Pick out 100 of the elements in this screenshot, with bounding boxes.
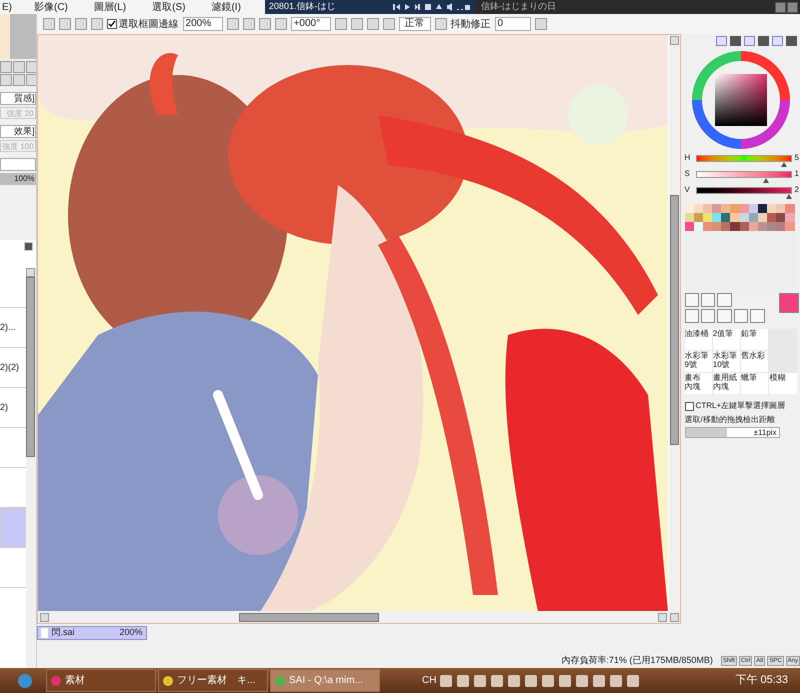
deselect-button[interactable] bbox=[74, 18, 87, 30]
color-swatch[interactable] bbox=[684, 222, 694, 231]
menu-item[interactable]: 影像(C) bbox=[32, 0, 70, 14]
color-swatch[interactable] bbox=[684, 213, 694, 222]
window-title: 信鉢-はじまりの日 bbox=[480, 0, 556, 14]
color-swatch[interactable] bbox=[730, 222, 740, 231]
current-color[interactable] bbox=[779, 293, 799, 313]
opacity-slider[interactable]: 100% bbox=[0, 173, 36, 185]
slider-value: 5 bbox=[794, 152, 799, 164]
color-swatch[interactable] bbox=[776, 213, 786, 222]
memory-usage: 內存負荷率:71% (已用175MB/850MB) bbox=[561, 654, 713, 668]
color-swatch[interactable] bbox=[730, 204, 740, 213]
distance-value: ±11pix bbox=[754, 428, 777, 438]
color-swatch[interactable] bbox=[767, 213, 776, 222]
brush-slot[interactable]: 水彩筆 9號 bbox=[684, 351, 712, 372]
stabilizer-field[interactable]: 0 bbox=[494, 17, 531, 31]
language-indicator[interactable]: CH bbox=[422, 673, 436, 688]
scroll-up-button[interactable] bbox=[670, 36, 679, 45]
fit-button[interactable] bbox=[26, 61, 36, 73]
taskbar-button[interactable]: フリー素材 キ... bbox=[158, 669, 268, 692]
minimize-button[interactable] bbox=[775, 2, 786, 12]
media-controls-icon[interactable] bbox=[390, 2, 471, 12]
flip-button[interactable] bbox=[434, 18, 447, 30]
undo-button[interactable] bbox=[42, 18, 55, 30]
brush-slot[interactable]: 鉛筆 bbox=[741, 329, 768, 350]
color-swatch[interactable] bbox=[712, 222, 722, 231]
rotate-left-button[interactable] bbox=[0, 74, 12, 86]
dropdown-button[interactable] bbox=[334, 18, 347, 30]
rotation-field[interactable]: +000° bbox=[290, 17, 331, 31]
brush-slot[interactable]: 2值筆 bbox=[712, 329, 740, 350]
brush-slot[interactable]: 畫布 內塊 bbox=[684, 373, 712, 394]
distance-slider[interactable]: ±11pix bbox=[684, 427, 780, 438]
color-swatch[interactable] bbox=[776, 222, 786, 231]
color-swatch[interactable] bbox=[684, 204, 694, 213]
brush-slot[interactable]: 蠟筆 bbox=[741, 373, 768, 394]
scroll-right-button[interactable] bbox=[658, 612, 667, 622]
menu-item[interactable]: 圖層(L) bbox=[92, 0, 128, 14]
dropdown[interactable]: 質感] bbox=[0, 92, 36, 105]
blend-mode-button[interactable]: 正常 bbox=[398, 17, 431, 31]
dropdown-button[interactable] bbox=[226, 18, 239, 30]
color-swatch[interactable] bbox=[712, 213, 722, 222]
document-tab[interactable]: 閃.sai 200% bbox=[36, 626, 147, 640]
setting-label: 選取/移動的拖拽檢出距離 bbox=[684, 414, 776, 426]
zoom-field[interactable]: 200% bbox=[182, 17, 223, 31]
scrollbar-thumb[interactable] bbox=[26, 277, 36, 457]
strength-field: 強度 20 bbox=[0, 107, 36, 119]
scroll-down-button[interactable] bbox=[670, 613, 679, 622]
zoom-out-button[interactable] bbox=[242, 18, 255, 30]
checkbox-label: 選取框圖邊線 bbox=[118, 18, 179, 32]
start-icon[interactable] bbox=[18, 674, 32, 688]
restore-button[interactable] bbox=[787, 2, 798, 12]
dropdown[interactable]: 效果] bbox=[0, 125, 36, 138]
color-swatch[interactable] bbox=[721, 204, 730, 213]
layer-button[interactable] bbox=[24, 242, 33, 251]
color-swatch[interactable] bbox=[721, 222, 730, 231]
color-swatch[interactable] bbox=[785, 222, 795, 231]
brush-slot[interactable]: 油漆桶 bbox=[684, 329, 712, 350]
strength-field: 強度 100 bbox=[0, 140, 36, 152]
scrollbar-thumb[interactable] bbox=[238, 612, 379, 622]
opacity-value: 100% bbox=[14, 173, 35, 185]
color-swatch[interactable] bbox=[767, 204, 776, 213]
brush-slot[interactable]: 畫用紙 內塊 bbox=[712, 373, 740, 394]
color-swatch[interactable] bbox=[776, 204, 786, 213]
color-swatch[interactable] bbox=[721, 213, 730, 222]
scroll-up-button[interactable] bbox=[26, 268, 36, 277]
color-swatch[interactable] bbox=[767, 222, 776, 231]
slider-thumb[interactable] bbox=[786, 194, 792, 198]
checkbox[interactable] bbox=[106, 19, 117, 29]
brush-slot[interactable]: 模糊 bbox=[769, 373, 797, 394]
brush-slot[interactable]: 舊水彩 bbox=[741, 351, 768, 372]
menu-item[interactable]: 濾鏡(I) bbox=[209, 0, 243, 14]
zoom-in-button[interactable] bbox=[13, 61, 25, 73]
zoom-out-button[interactable] bbox=[0, 61, 12, 73]
color-wheel[interactable] bbox=[690, 50, 791, 150]
menu-item[interactable]: 選取(S) bbox=[150, 0, 188, 14]
menu-item[interactable]: E) bbox=[0, 0, 14, 14]
reset-zoom-button[interactable] bbox=[274, 18, 287, 30]
checkbox-label: CTRL+左鍵單擊選擇圖層 bbox=[696, 400, 786, 412]
rotate-right-button[interactable] bbox=[366, 18, 379, 30]
brush-slot[interactable]: 水彩筆 10號 bbox=[712, 351, 740, 372]
dropdown[interactable] bbox=[0, 158, 36, 171]
stabilizer-label: 抖動修正 bbox=[450, 18, 491, 32]
color-swatch[interactable] bbox=[785, 213, 795, 222]
reset-rotation-button[interactable] bbox=[382, 18, 395, 30]
scroll-left-button[interactable] bbox=[40, 612, 49, 622]
zoom-in-button[interactable] bbox=[258, 18, 271, 30]
scrollbar-thumb[interactable] bbox=[670, 195, 679, 445]
rotate-right-button[interactable] bbox=[13, 74, 25, 86]
slider-label: S bbox=[684, 168, 691, 180]
color-swatch[interactable] bbox=[785, 204, 795, 213]
dropdown-button[interactable] bbox=[534, 18, 547, 30]
taskbar-button[interactable]: 素材 bbox=[46, 669, 156, 692]
reset-button[interactable] bbox=[26, 74, 36, 86]
slider-label: H bbox=[684, 152, 692, 164]
color-swatch[interactable] bbox=[730, 213, 740, 222]
clock[interactable]: 下午 05:33 bbox=[735, 672, 788, 689]
rotate-left-button[interactable] bbox=[350, 18, 363, 30]
checkbox[interactable] bbox=[684, 402, 694, 410]
redo-button[interactable] bbox=[58, 18, 71, 30]
color-swatch[interactable] bbox=[712, 204, 722, 213]
